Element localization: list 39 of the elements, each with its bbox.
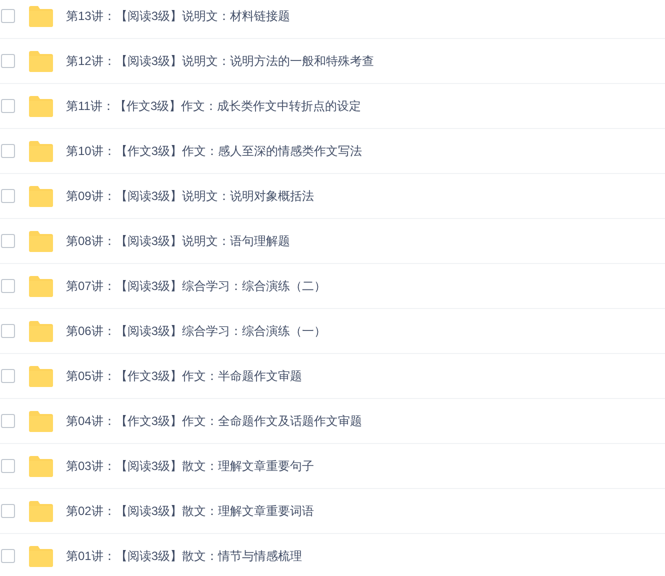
checkbox[interactable]: [1, 459, 15, 473]
checkbox[interactable]: [1, 144, 15, 158]
folder-name[interactable]: 第12讲：【阅读3级】说明文：说明方法的一般和特殊考查: [66, 52, 374, 70]
checkbox[interactable]: [1, 279, 15, 293]
folder-name[interactable]: 第03讲：【阅读3级】散文：理解文章重要句子: [66, 457, 314, 475]
folder-name[interactable]: 第01讲：【阅读3级】散文：情节与情感梳理: [66, 547, 302, 565]
folder-name[interactable]: 第04讲：【作文3级】作文：全命题作文及话题作文审题: [66, 412, 362, 430]
checkbox[interactable]: [1, 324, 15, 338]
folder-icon: [28, 6, 54, 26]
folder-icon: [28, 276, 54, 296]
checkbox[interactable]: [1, 504, 15, 518]
checkbox[interactable]: [1, 414, 15, 428]
checkbox[interactable]: [1, 369, 15, 383]
folder-name[interactable]: 第06讲：【阅读3级】综合学习：综合演练（一）: [66, 322, 326, 340]
checkbox[interactable]: [1, 99, 15, 113]
checkbox[interactable]: [1, 189, 15, 203]
folder-icon: [28, 186, 54, 206]
folder-icon: [28, 230, 54, 252]
folder-icon: [28, 96, 54, 116]
folder-name[interactable]: 第08讲：【阅读3级】说明文：语句理解题: [66, 232, 290, 250]
folder-icon: [28, 320, 54, 342]
folder-name[interactable]: 第09讲：【阅读3级】说明文：说明对象概括法: [66, 187, 314, 205]
folder-name[interactable]: 第02讲：【阅读3级】散文：理解文章重要词语: [66, 502, 314, 520]
folder-icon: [28, 500, 54, 522]
checkbox[interactable]: [1, 234, 15, 248]
folder-name[interactable]: 第05讲：【作文3级】作文：半命题作文审题: [66, 367, 302, 385]
checkbox[interactable]: [1, 54, 15, 68]
checkbox[interactable]: [1, 549, 15, 563]
checkbox[interactable]: [1, 9, 15, 23]
folder-name[interactable]: 第10讲：【作文3级】作文：感人至深的情感类作文写法: [66, 142, 362, 160]
folder-icon: [28, 410, 54, 432]
folder-icon: [28, 50, 54, 72]
folder-name[interactable]: 第11讲：【作文3级】作文：成长类作文中转折点的设定: [66, 97, 362, 115]
folder-icon: [28, 456, 54, 476]
folder-icon: [28, 366, 54, 386]
folder-name[interactable]: 第07讲：【阅读3级】综合学习：综合演练（二）: [66, 277, 326, 295]
folder-icon: [28, 546, 54, 566]
folder-name[interactable]: 第13讲：【阅读3级】说明文：材料链接题: [66, 7, 290, 25]
folder-icon: [28, 140, 54, 162]
